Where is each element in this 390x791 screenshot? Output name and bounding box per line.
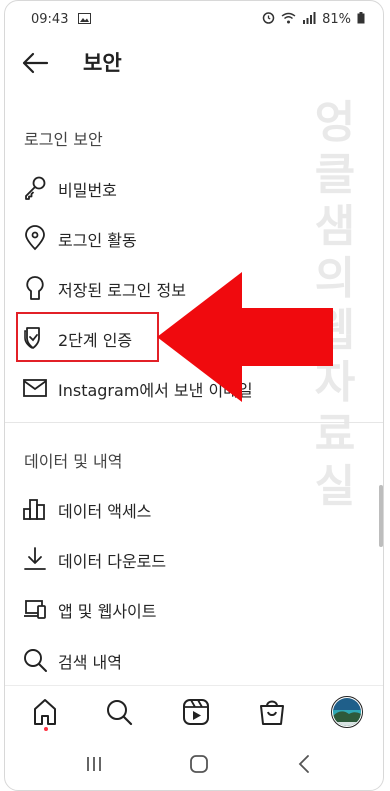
location-pin-icon	[22, 225, 48, 251]
menu-item-label: 데이터 액세스	[58, 502, 152, 521]
download-icon	[22, 546, 48, 572]
back-arrow-icon[interactable]	[21, 51, 49, 75]
alarm-icon	[262, 11, 275, 28]
keyhole-icon	[22, 275, 48, 301]
menu-item-label: 앱 및 웹사이트	[58, 602, 157, 621]
bottom-nav	[5, 685, 383, 742]
home-button-icon[interactable]	[186, 753, 212, 775]
search-icon	[22, 647, 48, 673]
search-icon[interactable]	[103, 696, 135, 728]
phone-screen: 09:43 81% 보안 엉클샘의웹자료실 로그인 보안 비밀번호 로그인 활동…	[4, 0, 384, 791]
section-title-login-security: 로그인 보안	[24, 130, 103, 149]
key-icon	[22, 175, 48, 201]
menu-item-label: 로그인 활동	[58, 231, 137, 250]
mail-icon	[22, 375, 48, 401]
section-divider	[5, 422, 383, 423]
menu-item-login-activity[interactable]: 로그인 활동	[5, 215, 383, 259]
menu-item-password[interactable]: 비밀번호	[5, 165, 383, 209]
menu-item-label: 데이터 다운로드	[58, 552, 167, 571]
profile-avatar[interactable]	[331, 696, 363, 728]
signal-icon	[302, 11, 316, 28]
section-title-data-history: 데이터 및 내역	[24, 452, 123, 471]
status-bar: 09:43 81%	[5, 1, 383, 37]
battery-percent: 81%	[322, 12, 351, 27]
menu-item-apps-websites[interactable]: 앱 및 웹사이트	[5, 586, 383, 630]
home-active-dot	[44, 727, 48, 731]
shop-icon[interactable]	[256, 696, 288, 728]
back-button-icon[interactable]	[292, 753, 318, 775]
menu-item-label: 비밀번호	[58, 181, 117, 200]
system-nav-bar	[5, 741, 383, 785]
reels-icon[interactable]	[180, 696, 212, 728]
menu-item-data-access[interactable]: 데이터 액세스	[5, 486, 383, 530]
wifi-icon	[281, 12, 296, 28]
menu-item-data-download[interactable]: 데이터 다운로드	[5, 536, 383, 580]
bar-chart-icon	[22, 496, 48, 522]
scroll-indicator[interactable]	[379, 485, 383, 547]
page-header: 보안	[5, 37, 383, 89]
devices-icon	[22, 596, 48, 622]
home-icon[interactable]	[29, 696, 61, 728]
recent-apps-icon[interactable]	[81, 753, 107, 775]
pointer-arrow-icon	[157, 272, 333, 402]
highlight-box	[16, 312, 159, 362]
battery-icon	[357, 11, 365, 28]
menu-item-search-history[interactable]: 검색 내역	[5, 637, 383, 681]
status-icons: 81%	[262, 11, 365, 28]
menu-item-label: 검색 내역	[58, 653, 122, 672]
page-title: 보안	[83, 51, 122, 75]
gallery-notification-icon	[78, 13, 91, 28]
status-time: 09:43	[31, 12, 69, 27]
